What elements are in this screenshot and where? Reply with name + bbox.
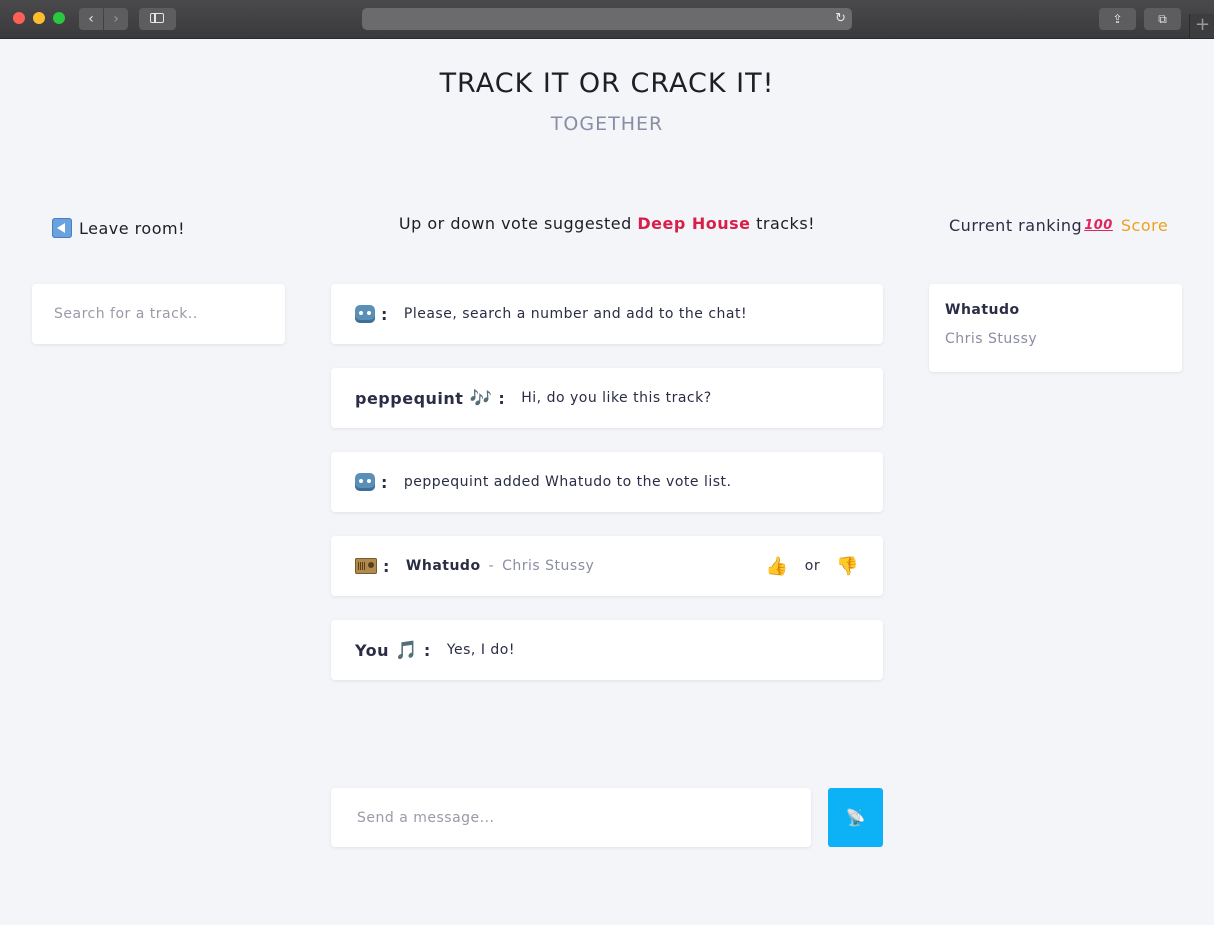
hundred-points-icon: 100 <box>1084 218 1113 233</box>
track-search <box>32 284 285 344</box>
forward-icon[interactable]: › <box>104 8 128 30</box>
maximize-window-button[interactable] <box>53 12 65 24</box>
genre-label: Deep House <box>637 214 751 233</box>
share-icon[interactable]: ⇪ <box>1099 8 1136 30</box>
music-note-icon: 🎵 <box>395 639 418 661</box>
sidebar-toggle-icon[interactable] <box>139 8 176 30</box>
message-sender: You <box>355 640 389 660</box>
message-colon: : <box>381 472 388 492</box>
close-window-button[interactable] <box>13 12 25 24</box>
message-colon: : <box>423 640 431 660</box>
message-text: Hi, do you like this track? <box>521 390 712 406</box>
page-subtitle: TOGETHER <box>550 113 664 135</box>
message-colon: : <box>383 556 390 576</box>
score-label: Score <box>1120 216 1169 235</box>
minimize-window-button[interactable] <box>33 12 45 24</box>
message-colon: : <box>381 304 388 324</box>
message-text: Please, search a number and add to the c… <box>403 306 748 322</box>
message-text: Yes, I do! <box>446 642 515 658</box>
music-notes-icon: 🎶 <box>469 387 493 409</box>
chat-message: : peppequint added Whatudo to the vote l… <box>331 452 883 512</box>
vote-heading-suffix: tracks! <box>750 214 816 233</box>
new-tab-icon[interactable]: + <box>1189 14 1214 38</box>
chat-message: peppequint 🎶 : Hi, do you like this trac… <box>331 368 883 428</box>
thumbs-down-icon[interactable]: 👎 <box>836 556 859 577</box>
message-text: peppequint added Whatudo to the vote lis… <box>403 474 732 490</box>
reload-icon[interactable]: ↻ <box>835 10 846 28</box>
track-separator: - <box>488 558 495 574</box>
vote-heading: Up or down vote suggested Deep House tra… <box>331 214 883 233</box>
vote-or-label: or <box>804 558 821 574</box>
ranking-track-name: Whatudo <box>945 302 1020 318</box>
radio-icon <box>355 558 377 574</box>
thumbs-up-icon[interactable]: 👍 <box>766 556 789 577</box>
back-arrow-icon <box>52 218 72 238</box>
ranking-list-item: Whatudo Chris Stussy <box>929 284 1182 372</box>
message-colon: : <box>498 388 506 408</box>
message-sender: peppequint <box>355 388 464 408</box>
message-composer <box>331 788 811 847</box>
satellite-icon: 📡 <box>845 809 866 827</box>
vote-track-message: : Whatudo - Chris Stussy 👍 or 👎 <box>331 536 883 596</box>
robot-icon <box>355 305 375 323</box>
page-title: TRACK IT OR CRACK IT! <box>439 68 775 99</box>
message-input[interactable] <box>355 788 791 847</box>
track-search-input[interactable] <box>52 284 269 344</box>
back-icon[interactable]: ‹ <box>79 8 103 30</box>
ranking-label: Current ranking <box>949 216 1083 235</box>
leave-room-label: Leave room! <box>79 218 185 238</box>
track-name: Whatudo <box>405 558 481 574</box>
ranking-track-artist: Chris Stussy <box>945 331 1038 347</box>
tabs-overview-icon[interactable]: ⧉ <box>1144 8 1181 30</box>
leave-room-button[interactable]: Leave room! <box>52 216 185 240</box>
send-button[interactable]: 📡 <box>828 788 883 847</box>
chat-message: You 🎵 : Yes, I do! <box>331 620 883 680</box>
vote-controls: 👍 or 👎 <box>766 556 859 577</box>
browser-toolbar: ‹ › ↻ ⇪ ⧉ + <box>0 0 1214 39</box>
chat-message: : Please, search a number and add to the… <box>331 284 883 344</box>
address-bar[interactable]: ↻ <box>362 8 852 30</box>
vote-heading-prefix: Up or down vote suggested <box>398 214 638 233</box>
robot-icon <box>355 473 375 491</box>
ranking-heading: Current ranking 100 Score <box>949 216 1189 235</box>
track-artist: Chris Stussy <box>502 558 595 574</box>
